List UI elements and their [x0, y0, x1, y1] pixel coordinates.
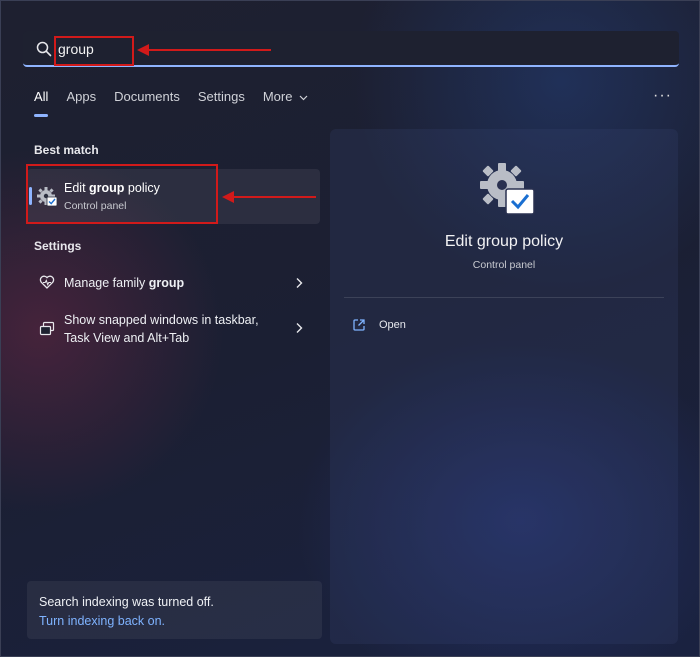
settings-heading: Settings — [34, 239, 82, 253]
annotation-arrow-search — [137, 44, 271, 56]
open-label: Open — [379, 319, 406, 331]
tab-settings[interactable]: Settings — [198, 89, 245, 111]
start-search-window: All Apps Documents Settings More ··· Bes… — [0, 0, 700, 657]
turn-indexing-on-link[interactable]: Turn indexing back on. — [39, 614, 165, 628]
tab-apps[interactable]: Apps — [66, 89, 96, 111]
divider — [344, 297, 664, 298]
indexing-message: Search indexing was turned off. — [39, 595, 214, 609]
more-options-icon[interactable]: ··· — [653, 87, 672, 105]
preview-subtitle: Control panel — [472, 259, 536, 271]
settings-item-label-line2: Task View and Alt+Tab — [64, 331, 190, 345]
indexing-notice: Search indexing was turned off. Turn ind… — [27, 581, 322, 639]
search-icon — [36, 41, 52, 57]
preview-title: Edit group policy — [444, 233, 564, 250]
settings-item-label: Manage family group — [64, 274, 184, 292]
chevron-down-icon — [299, 95, 308, 101]
best-match-heading: Best match — [34, 143, 99, 157]
settings-item-label: Show snapped windows in taskbar, Task Vi… — [64, 311, 259, 347]
settings-item-manage-family-group[interactable]: Manage family group — [27, 267, 320, 299]
open-external-icon — [353, 319, 365, 331]
chevron-right-icon — [296, 278, 303, 288]
tab-more-label: More — [262, 89, 293, 104]
snap-windows-icon — [39, 321, 55, 336]
family-heart-icon — [39, 275, 55, 289]
annotation-highlight-search — [54, 36, 134, 66]
filter-tabs: All Apps Documents Settings More — [34, 89, 326, 117]
annotation-highlight-best-match — [26, 164, 218, 224]
settings-item-label-bold: group — [148, 276, 185, 290]
settings-item-label-line1: Show snapped windows in taskbar, — [64, 313, 259, 327]
gear-checkbox-icon — [480, 163, 535, 215]
tab-all[interactable]: All — [34, 89, 49, 117]
chevron-right-icon — [296, 323, 303, 333]
tab-more[interactable]: More — [263, 89, 308, 111]
settings-item-label-pre: Manage family — [64, 276, 149, 290]
settings-item-show-snapped-windows[interactable]: Show snapped windows in taskbar, Task Vi… — [27, 309, 320, 349]
annotation-arrow-best-match — [222, 191, 316, 203]
preview-panel: Edit group policy Control panel Open — [330, 129, 678, 644]
open-button[interactable]: Open — [352, 316, 472, 336]
tab-documents[interactable]: Documents — [114, 89, 180, 111]
